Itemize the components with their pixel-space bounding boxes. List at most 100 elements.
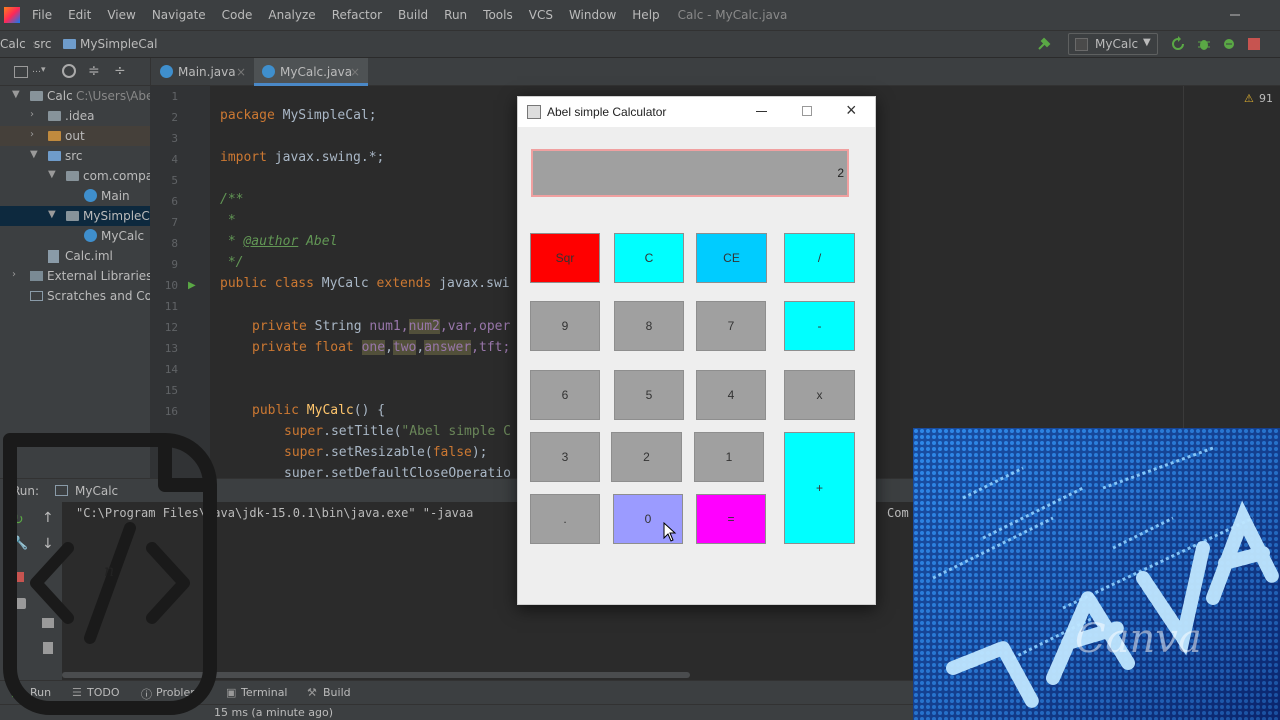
digit-9-button[interactable]: 9	[530, 301, 600, 351]
warning-icon[interactable]: ⚠	[1244, 92, 1254, 105]
minus-button[interactable]: -	[784, 301, 855, 351]
sqr-button[interactable]: Sqr	[530, 233, 600, 283]
code-line: /**	[220, 192, 244, 207]
digit-8-button[interactable]: 8	[614, 301, 684, 351]
close-icon[interactable]: ×	[350, 65, 360, 79]
tree-item-mycalc[interactable]: MyCalc	[0, 226, 150, 246]
build-hammer-icon[interactable]	[1036, 36, 1052, 52]
console-output-tail: Com	[887, 506, 909, 520]
menu-edit[interactable]: Edit	[60, 8, 99, 22]
tree-item-calc[interactable]: ▼ Calc C:\Users\Abel	[0, 86, 150, 106]
line-number: 6	[171, 195, 178, 208]
breadcrumb-src[interactable]: src	[34, 37, 52, 51]
clear-button[interactable]: C	[614, 233, 684, 283]
tree-label: .idea	[65, 109, 95, 123]
library-icon	[30, 271, 43, 281]
menu-vcs[interactable]: VCS	[521, 8, 561, 22]
profile-icon[interactable]	[1221, 36, 1237, 52]
plus-button[interactable]: +	[784, 432, 855, 544]
menu-help[interactable]: Help	[624, 8, 667, 22]
expand-all-icon[interactable]: ≑	[88, 63, 100, 79]
tree-item-src[interactable]: ▼ src	[0, 146, 150, 166]
chevron-down-icon: ▼	[48, 209, 56, 220]
bottom-tab-terminal[interactable]: Terminal	[241, 686, 288, 699]
stop-icon[interactable]	[1248, 38, 1260, 50]
menu-window[interactable]: Window	[561, 8, 624, 22]
package-icon	[66, 171, 79, 181]
digit-2-button[interactable]: 2	[611, 432, 682, 482]
tab-mycalc-java[interactable]: MyCalc.java ×	[254, 58, 368, 86]
line-number: 15	[164, 384, 178, 397]
menu-bar: File Edit View Navigate Code Analyze Ref…	[0, 0, 1280, 30]
menu-code[interactable]: Code	[214, 8, 261, 22]
breadcrumb-project[interactable]: Calc	[0, 37, 26, 51]
tree-item-calc-iml[interactable]: Calc.iml	[0, 246, 150, 266]
line-number: 2	[171, 111, 178, 124]
tree-item-main[interactable]: Main	[0, 186, 150, 206]
chevron-down-icon[interactable]: …▾	[32, 65, 46, 75]
code-line: super.setResizable(false);	[284, 445, 488, 460]
tab-main-java[interactable]: Main.java ×	[152, 58, 252, 86]
divide-button[interactable]: /	[784, 233, 855, 283]
breadcrumb-package[interactable]: MySimpleCal	[80, 37, 158, 51]
decimal-point-button[interactable]: .	[530, 494, 600, 544]
debug-bug-icon[interactable]	[1196, 36, 1212, 52]
project-panel: ▼ Calc C:\Users\Abel › .idea › out ▼ src…	[0, 86, 150, 478]
line-number: 14	[164, 363, 178, 376]
close-icon[interactable]: ×	[236, 65, 246, 79]
window-title: Calc - MyCalc.java	[677, 8, 788, 22]
maximize-icon[interactable]	[802, 106, 812, 116]
tree-label: src	[65, 149, 83, 163]
menu-tools[interactable]: Tools	[475, 8, 521, 22]
collapse-all-icon[interactable]: ÷	[114, 63, 126, 79]
tree-item-idea[interactable]: › .idea	[0, 106, 150, 126]
tree-label: MySimpleCa	[83, 209, 150, 223]
digit-5-button[interactable]: 5	[614, 370, 684, 420]
chevron-down-icon: ▼	[1143, 37, 1151, 48]
run-gutter-icon[interactable]: ▶	[188, 280, 196, 291]
tab-label: MyCalc.java	[280, 65, 353, 79]
calculator-display: 2	[531, 149, 849, 197]
menu-refactor[interactable]: Refactor	[324, 8, 390, 22]
line-number: 9	[171, 258, 178, 271]
chevron-down-icon: ▼	[12, 89, 20, 100]
equals-button[interactable]: =	[696, 494, 766, 544]
folder-icon	[48, 131, 61, 141]
bottom-tab-build[interactable]: Build	[323, 686, 351, 699]
digit-7-button[interactable]: 7	[696, 301, 766, 351]
menu-navigate[interactable]: Navigate	[144, 8, 214, 22]
digit-4-button[interactable]: 4	[696, 370, 766, 420]
calculator-title-bar[interactable]: Abel simple Calculator ×	[518, 97, 875, 127]
code-line: private float one,two,answer,tft;	[252, 340, 511, 355]
menu-run[interactable]: Run	[436, 8, 475, 22]
tree-path: C:\Users\Abel	[76, 89, 150, 103]
project-view-icon[interactable]	[14, 66, 28, 78]
line-number: 7	[171, 216, 178, 229]
line-number: 10	[164, 279, 178, 292]
tree-item-out[interactable]: › out	[0, 126, 150, 146]
tree-item-package-com[interactable]: ▼ com.compa	[0, 166, 150, 186]
menu-analyze[interactable]: Analyze	[260, 8, 323, 22]
line-number: 1	[171, 90, 178, 103]
clear-entry-button[interactable]: CE	[696, 233, 767, 283]
menu-build[interactable]: Build	[390, 8, 436, 22]
menu-file[interactable]: File	[24, 8, 60, 22]
menu-view[interactable]: View	[99, 8, 143, 22]
digit-1-button[interactable]: 1	[694, 432, 764, 482]
tree-item-external-libraries[interactable]: › External Libraries	[0, 266, 150, 286]
run-config-select[interactable]: MyCalc ▼	[1068, 33, 1158, 55]
tree-item-mysimplecal[interactable]: ▼ MySimpleCa	[0, 206, 150, 226]
digit-3-button[interactable]: 3	[530, 432, 600, 482]
close-icon[interactable]: ×	[846, 100, 857, 121]
run-config-label: MyCalc	[1095, 37, 1139, 51]
multiply-button[interactable]: x	[784, 370, 855, 420]
locate-target-icon[interactable]	[62, 64, 76, 78]
minimize-icon[interactable]	[1226, 6, 1244, 24]
line-number: 4	[171, 153, 178, 166]
tree-item-scratches[interactable]: Scratches and Cons	[0, 286, 150, 306]
tree-label: Scratches and Cons	[47, 289, 150, 303]
folder-icon	[48, 151, 61, 161]
minimize-icon[interactable]	[756, 111, 767, 112]
digit-6-button[interactable]: 6	[530, 370, 600, 420]
rerun-icon[interactable]	[1170, 36, 1186, 52]
